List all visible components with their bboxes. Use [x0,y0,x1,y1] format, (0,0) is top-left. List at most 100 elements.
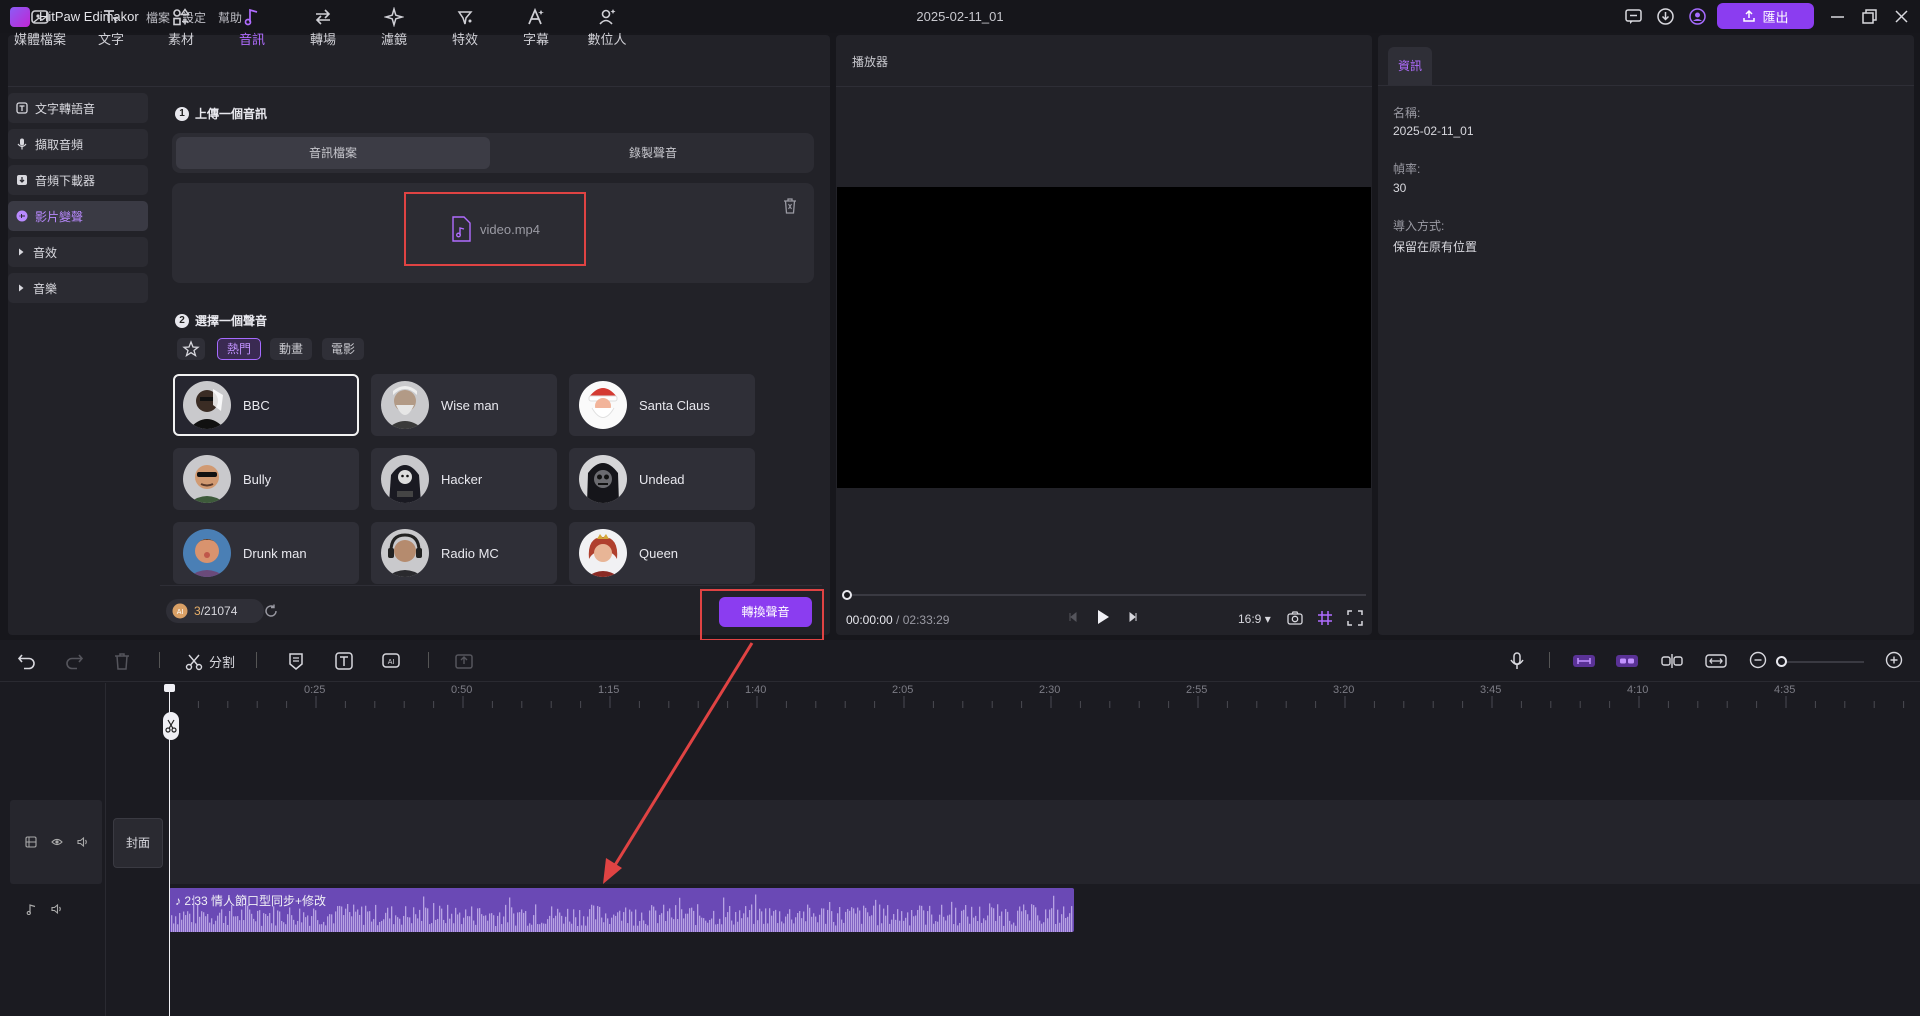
eye-icon[interactable] [51,836,63,848]
import-value: 保留在原有位置 [1393,240,1478,254]
nav-music[interactable]: 音樂 [8,273,148,303]
favorites-filter[interactable] [177,338,205,360]
minimize-icon[interactable] [1828,7,1847,26]
voice-card-bully[interactable]: Bully [173,448,359,510]
tab-text[interactable]: 文字 [81,5,141,49]
voice-card-hacker[interactable]: Hacker [371,448,557,510]
close-icon[interactable] [1892,7,1911,26]
refresh-icon[interactable] [263,603,279,619]
nav-text-to-speech[interactable]: 文字轉語音 [8,93,148,123]
voice-name: Queen [639,545,679,561]
playhead-handle[interactable] [164,684,175,692]
play-icon[interactable] [1095,608,1111,626]
text-box-icon[interactable] [334,651,354,671]
caret-right-icon [16,247,26,257]
link-icon[interactable] [1615,651,1639,671]
video-track-lane[interactable] [169,800,1920,884]
snap-icon[interactable] [1572,651,1596,671]
voice-card-wise-man[interactable]: Wise man [371,374,557,436]
grid-icon[interactable] [1317,610,1333,626]
tab-effects[interactable]: 特效 [435,5,495,49]
credits-total: /21074 [200,604,238,618]
tab-media[interactable]: 媒體檔案 [10,5,70,49]
feedback-icon[interactable] [1624,7,1643,26]
nav-audio-downloader[interactable]: 音頻下載器 [8,165,148,195]
zoom-in-icon[interactable] [1885,651,1905,671]
tab-transition[interactable]: 轉場 [293,5,353,49]
tab-subtitle[interactable]: 字幕 [506,5,566,49]
marker-icon[interactable] [286,651,306,671]
tick-label: 2:55 [1186,684,1208,696]
nav-sound-effects[interactable]: 音效 [8,237,148,267]
record-mic-icon[interactable] [1507,651,1527,671]
export-button[interactable]: 匯出 [1717,3,1814,29]
snapshot-icon[interactable] [1287,611,1303,625]
prev-frame-icon[interactable] [1066,610,1080,624]
undo-icon[interactable] [17,651,37,671]
download-icon[interactable] [1656,7,1675,26]
playhead-split-handle[interactable] [163,712,179,740]
tab-audio[interactable]: 音訊 [222,5,282,49]
tick-label: 3:45 [1480,684,1502,696]
tab-info[interactable]: 資訊 [1388,47,1432,85]
voice-avatar [579,529,627,577]
tab-effects-label: 特效 [451,32,478,47]
nav-sound-effects-label: 音效 [33,245,58,260]
video-preview[interactable] [837,187,1371,488]
speaker-icon[interactable] [77,836,89,848]
trash-icon[interactable] [782,197,798,215]
import-label: 導入方式: [1393,219,1445,233]
time-separator: / [892,613,903,627]
voice-card-santa-claus[interactable]: Santa Claus [569,374,755,436]
voice-name: Santa Claus [639,397,710,413]
split-track-icon[interactable] [1660,651,1684,671]
voice-name: Bully [243,471,272,487]
filter-movie[interactable]: 電影 [322,338,364,360]
tab-filter[interactable]: 濾鏡 [364,5,424,49]
zoom-slider[interactable] [1776,661,1864,663]
source-toggle: 音訊檔案 錄製聲音 [172,133,814,173]
filter-popular[interactable]: 熱門 [217,338,261,360]
video-track-header [10,800,102,884]
delete-icon[interactable] [112,651,132,671]
toolbar-divider [428,652,429,668]
transition-icon [313,7,333,27]
voice-card-queen[interactable]: Queen [569,522,755,584]
redo-icon[interactable] [64,651,84,671]
fullscreen-icon[interactable] [1347,610,1363,626]
voice-card-drunk-man[interactable]: Drunk man [173,522,359,584]
voice-card-bbc[interactable]: BBC [173,374,359,436]
tab-assets[interactable]: 素材 [151,5,211,49]
svg-text:AI: AI [177,609,184,616]
zoom-out-icon[interactable] [1749,651,1769,671]
tab-digital-human[interactable]: 數位人 [577,5,637,49]
nav-extract-audio[interactable]: 擷取音頻 [8,129,148,159]
nav-voice-changer[interactable]: 影片變聲 [8,201,148,231]
option-audio-file[interactable]: 音訊檔案 [176,137,490,169]
convert-voice-button[interactable]: 轉換聲音 [719,597,812,627]
zoom-slider-handle[interactable] [1776,656,1787,667]
export-clip-icon[interactable] [454,651,474,671]
playback-progress[interactable] [846,594,1366,596]
account-icon[interactable] [1688,7,1707,26]
fit-timeline-icon[interactable] [1704,651,1728,671]
split-button[interactable]: 分割 [185,652,235,671]
restore-icon[interactable] [1860,7,1879,26]
svg-text:AI: AI [388,659,395,666]
voice-card-radio-mc[interactable]: Radio MC [371,522,557,584]
option-record-voice[interactable]: 錄製聲音 [496,137,810,169]
voice-card-undead[interactable]: Undead [569,448,755,510]
voice-name: BBC [243,397,270,413]
cover-thumbnail[interactable]: 封面 [113,818,163,868]
aspect-ratio-select[interactable]: 16:9 ▾ [1238,612,1271,626]
tab-audio-label: 音訊 [238,32,265,47]
audio-clip-title: 2:33 情人節口型同步+修改 [184,894,327,908]
speaker-icon[interactable] [51,903,63,915]
uploaded-file[interactable]: video.mp4 [404,192,586,266]
progress-handle[interactable] [842,590,852,600]
next-frame-icon[interactable] [1126,610,1140,624]
ai-tool-icon[interactable]: AI [381,651,401,671]
tick-label: 1:15 [598,684,620,696]
filter-animation[interactable]: 動畫 [270,338,312,360]
audio-icon [242,7,262,27]
